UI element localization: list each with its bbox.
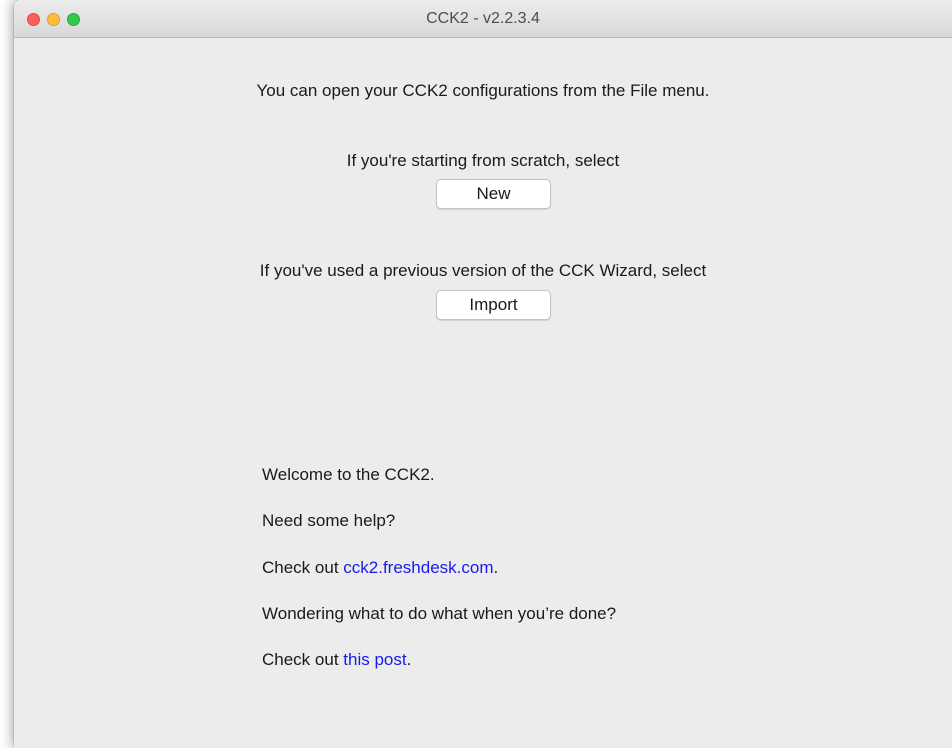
app-window: CCK2 - v2.2.3.4 You can open your CCK2 c… <box>14 0 952 748</box>
window-title: CCK2 - v2.2.3.4 <box>426 10 540 27</box>
check-out-label-2: Check out <box>262 650 344 669</box>
title-bar[interactable]: CCK2 - v2.2.3.4 <box>14 0 952 38</box>
post-line: Check out this post. <box>262 650 411 670</box>
import-button[interactable]: Import <box>436 290 551 320</box>
close-window-button[interactable] <box>27 13 40 26</box>
check-out-label: Check out <box>262 558 344 577</box>
maximize-window-button[interactable] <box>67 13 80 26</box>
period: . <box>493 558 499 577</box>
main-content: You can open your CCK2 configurations fr… <box>14 38 952 748</box>
need-help-text: Need some help? <box>262 511 396 530</box>
wondering-text: Wondering what to do what when you’re do… <box>262 604 617 623</box>
period-2: . <box>406 650 412 669</box>
import-text: If you've used a previous version of the… <box>259 261 707 280</box>
this-post-link[interactable]: this post <box>343 650 406 669</box>
minimize-window-button[interactable] <box>47 13 60 26</box>
scratch-text: If you're starting from scratch, select <box>346 151 620 170</box>
freshdesk-link[interactable]: cck2.freshdesk.com <box>343 558 493 577</box>
freshdesk-line: Check out cck2.freshdesk.com. <box>262 558 498 578</box>
welcome-text: Welcome to the CCK2. <box>262 465 435 484</box>
new-button[interactable]: New <box>436 179 551 209</box>
intro-text: You can open your CCK2 configurations fr… <box>256 81 710 100</box>
